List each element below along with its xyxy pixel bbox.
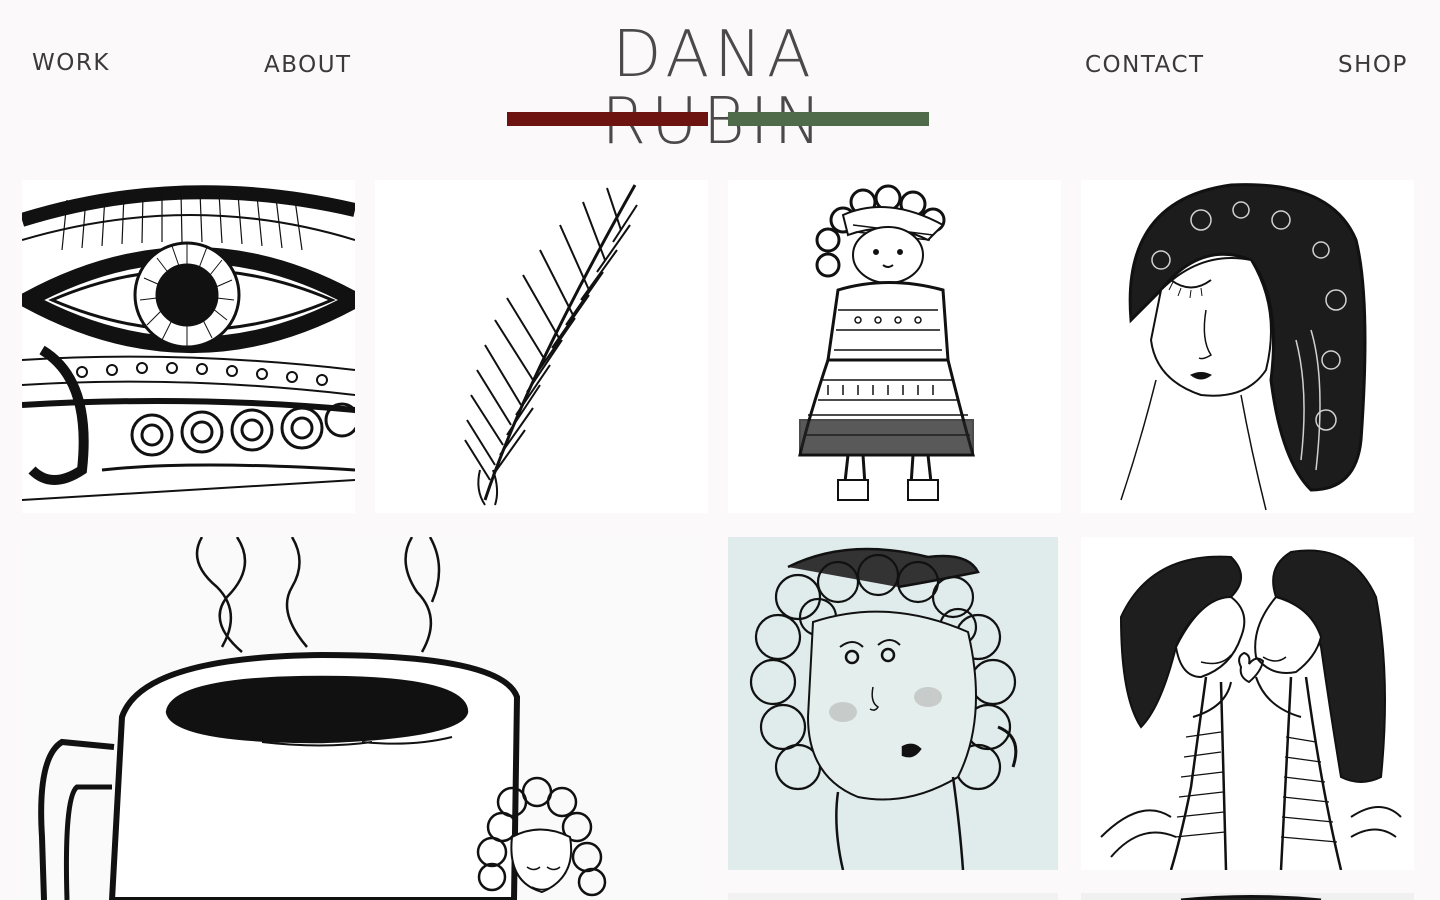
gallery-item-woman-hair[interactable] — [1081, 180, 1414, 513]
coffee-mug-drawing-icon — [22, 537, 708, 900]
nav-about[interactable]: ABOUT — [264, 52, 352, 78]
partial-artwork-icon — [1081, 893, 1414, 900]
gallery-item-girl[interactable] — [728, 180, 1061, 513]
gallery-item-coffee-mug[interactable] — [22, 537, 708, 900]
zentangle-eye-drawing-icon — [22, 180, 355, 513]
nav-contact[interactable]: CONTACT — [1085, 52, 1205, 78]
partial-artwork-icon — [728, 893, 1058, 900]
logo-bar-red — [507, 112, 708, 126]
two-faces-with-heart-drawing-icon — [1081, 537, 1414, 870]
nav-shop[interactable]: SHOP — [1338, 52, 1408, 78]
girl-in-patterned-dress-drawing-icon — [728, 180, 1061, 513]
curly-haired-woman-drawing-icon — [728, 537, 1058, 870]
site-logo[interactable]: DANA RUBIN — [496, 21, 932, 156]
gallery-item-partial-2[interactable] — [1081, 893, 1414, 900]
feather-drawing-icon — [375, 180, 708, 513]
nav-work[interactable]: WORK — [32, 50, 110, 76]
logo-bar-green — [728, 112, 929, 126]
gallery-item-eye[interactable] — [22, 180, 355, 513]
gallery-item-feather[interactable] — [375, 180, 708, 513]
woman-with-patterned-hair-drawing-icon — [1081, 180, 1414, 513]
gallery-item-partial-1[interactable] — [728, 893, 1058, 900]
gallery-item-two-faces[interactable] — [1081, 537, 1414, 870]
gallery-item-curly-woman[interactable] — [728, 537, 1058, 870]
